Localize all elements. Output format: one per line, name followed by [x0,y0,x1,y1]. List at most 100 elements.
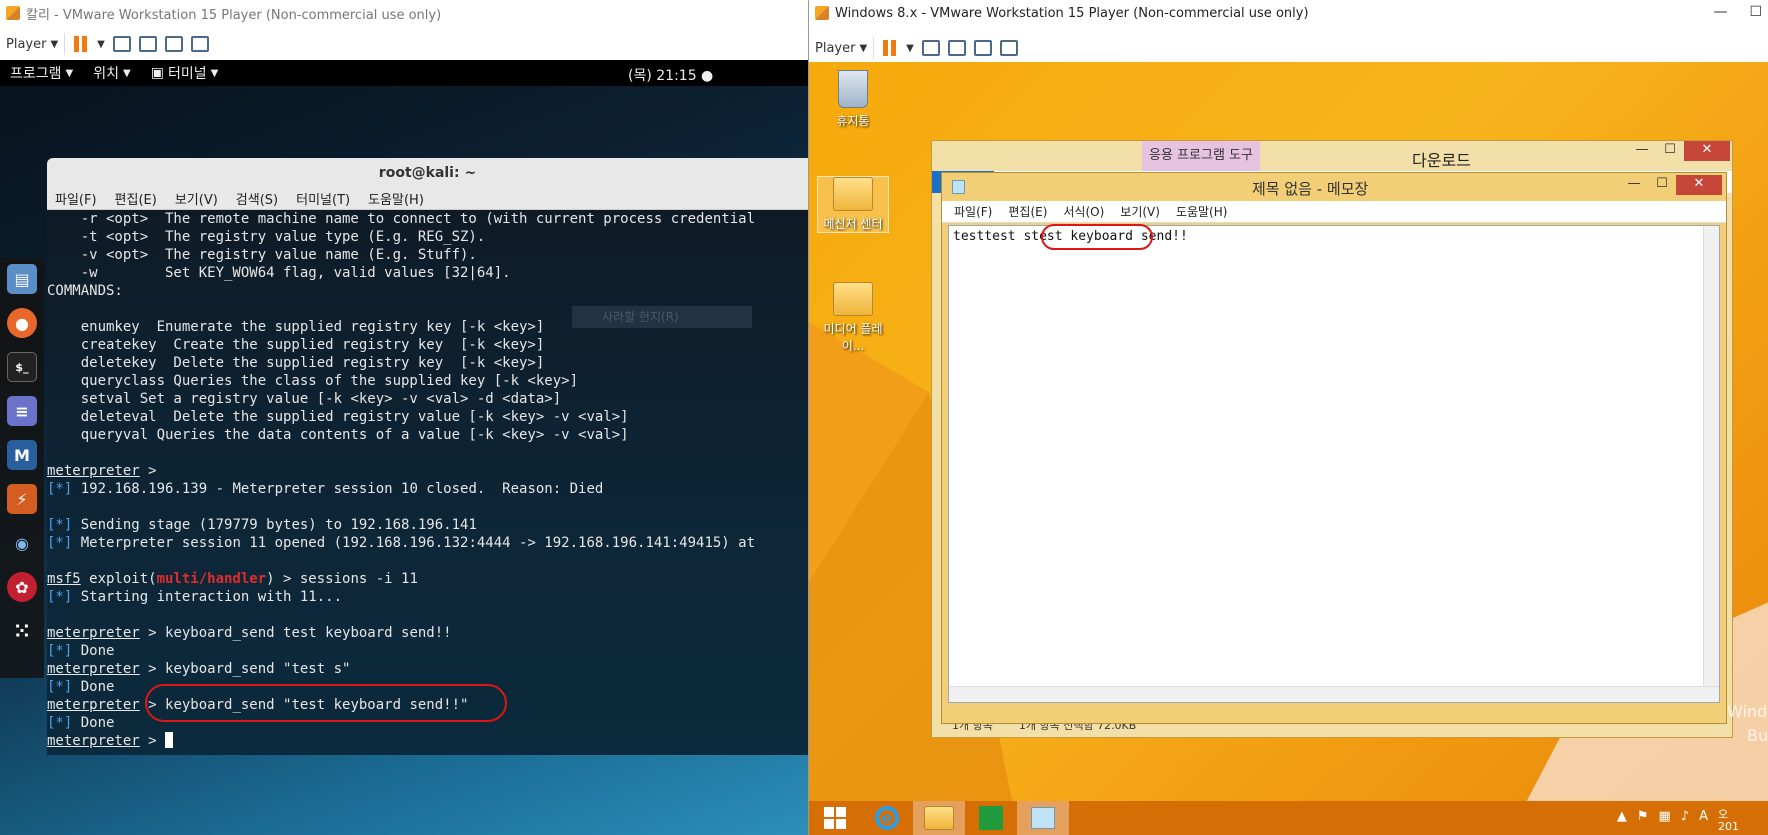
horizontal-scrollbar[interactable] [949,686,1719,702]
notepad-taskbar-button[interactable] [1017,801,1069,835]
send-ctrl-alt-del-icon[interactable] [921,40,940,56]
messenger-center-shortcut[interactable]: 메신저 센터 [817,176,889,233]
volume-icon[interactable]: ♪ [1681,809,1689,833]
notepad-titlebar[interactable]: 제목 없음 - 메모장 — ☐ ✕ [942,173,1726,201]
minimize-icon[interactable]: — [1713,4,1727,20]
info-marker: [*] [47,517,73,533]
explorer-taskbar-button[interactable] [913,801,965,835]
applications-menu[interactable]: 프로그램 ▼ [0,63,83,83]
removable-devices-icon[interactable] [138,36,157,52]
vertical-scrollbar[interactable] [1703,226,1719,702]
media-player-shortcut[interactable]: 미디어 플레이... [817,282,889,354]
system-tray: ▲ ⚑ ▦ ♪ A 오 201 [1617,809,1739,833]
tray-chevron-up-icon[interactable]: ▲ [1617,809,1627,833]
gnome-clock[interactable]: (목) 21:15 ● [628,65,713,85]
windows-vm-toolbar: Player ▼ ▼ [809,32,1768,64]
terminal-menu-help[interactable]: 도움말(H) [368,189,424,208]
fullscreen-icon[interactable] [973,40,992,56]
firefox-icon[interactable]: ● [7,308,37,338]
flag-icon[interactable]: ⚑ [1637,809,1649,833]
notepad-menu-file[interactable]: 파일(F) [954,203,992,220]
notepad-icon [1031,807,1055,829]
removable-devices-icon[interactable] [947,40,966,56]
term-line [47,444,808,462]
minimize-icon[interactable]: — [1628,141,1656,161]
windows-vm-titlebar: Windows 8.x - VMware Workstation 15 Play… [809,0,1768,26]
term-input-line[interactable]: meterpreter > [47,732,808,750]
windows-logo-icon [824,807,846,829]
term-line: deletekey Delete the supplied registry k… [47,355,545,371]
start-button[interactable] [809,801,861,835]
player-menu-button[interactable]: Player ▼ [6,33,66,55]
pause-icon[interactable] [73,35,89,53]
player-label: Player [815,40,856,56]
eye-icon[interactable]: ◉ [7,528,37,558]
unity-mode-icon[interactable] [999,40,1018,56]
term-line [47,552,808,570]
kali-vm-window: 칼리 - VMware Workstation 15 Player (Non-c… [0,0,808,835]
meterpreter-prompt: meterpreter [47,733,140,749]
terminal-window[interactable]: root@kali: ~ 파일(F) 편집(E) 보기(V) 검색(S) 터미널… [47,158,808,755]
pause-icon[interactable] [882,39,898,57]
clock[interactable]: 오 201 [1718,809,1739,833]
terminal-dock-icon[interactable]: $_ [7,352,37,382]
minimize-icon[interactable]: — [1620,175,1648,195]
terminal-menubar: 파일(F) 편집(E) 보기(V) 검색(S) 터미널(T) 도움말(H) [47,188,808,210]
terminal-app-menu[interactable]: ▣ 터미널 ▼ [141,63,229,83]
notepad-text-area[interactable]: testtest stest keyboard send!! [948,224,1720,703]
terminal-menu-view[interactable]: 보기(V) [175,189,218,208]
windows-vm-title: Windows 8.x - VMware Workstation 15 Play… [835,5,1309,21]
window-controls: — ☐ [1713,4,1762,20]
text-editor-icon[interactable]: ≡ [7,396,37,426]
maximize-icon[interactable]: ☐ [1749,4,1762,20]
meterpreter-prompt: meterpreter [47,661,140,677]
fullscreen-icon[interactable] [164,36,183,52]
maximize-icon[interactable]: ☐ [1648,175,1676,195]
maximize-icon[interactable]: ☐ [1656,141,1684,161]
notepad-window[interactable]: 제목 없음 - 메모장 — ☐ ✕ 파일(F) 편집(E) 서식(O) 보기(V… [941,172,1727,724]
terminal-menu-file[interactable]: 파일(F) [55,189,97,208]
terminal-menu-terminal[interactable]: 터미널(T) [296,189,350,208]
terminal-output[interactable]: 사라할 현지(R) -r <opt> The remote machine na… [47,210,808,755]
burpsuite-icon[interactable]: ⚡ [7,484,37,514]
places-menu[interactable]: 위치 ▼ [83,63,140,83]
term-line: [*] Meterpreter session 11 opened (192.1… [47,535,756,551]
close-icon[interactable]: ✕ [1676,175,1722,195]
files-icon[interactable]: ▤ [7,264,37,294]
kali-vm-title: 칼리 - VMware Workstation 15 Player (Non-c… [26,7,442,23]
watermark-line1: Windo [1727,702,1768,721]
notepad-menu-view[interactable]: 보기(V) [1120,203,1160,220]
send-ctrl-alt-del-icon[interactable] [112,36,131,52]
notepad-menu-format[interactable]: 서식(O) [1063,203,1104,220]
terminal-titlebar[interactable]: root@kali: ~ [47,158,808,188]
metasploit-icon[interactable]: M [7,440,37,470]
network-icon[interactable]: ▦ [1659,809,1671,833]
store-taskbar-button[interactable] [965,801,1017,835]
recycle-bin-icon [838,70,868,108]
app-tools-tab[interactable]: 응용 프로그램 도구 [1142,141,1260,171]
pause-dropdown-icon[interactable]: ▼ [906,43,914,54]
pause-dropdown-icon[interactable]: ▼ [97,39,105,50]
terminal-menu-search[interactable]: 검색(S) [236,189,278,208]
term-line: meterpreter > keyboard_send test keyboar… [47,625,452,641]
term-line: -r <opt> The remote machine name to conn… [47,211,756,227]
info-marker: [*] [47,715,73,731]
ime-icon[interactable]: A [1699,809,1708,833]
close-icon[interactable]: ✕ [1684,141,1730,161]
unity-mode-icon[interactable] [190,36,209,52]
meterpreter-prompt: meterpreter [47,697,140,713]
terminal-menu-edit[interactable]: 편집(E) [115,189,157,208]
vmware-logo-icon [815,6,829,20]
vmware-logo-icon [6,6,20,20]
player-menu-button[interactable]: Player ▼ [815,37,875,59]
notepad-menu-edit[interactable]: 편집(E) [1008,203,1047,220]
app-grid-icon[interactable]: ⁙ [7,616,37,646]
cherry-icon[interactable]: ✿ [7,572,37,602]
kali-vm-titlebar: 칼리 - VMware Workstation 15 Player (Non-c… [0,0,808,26]
ie-taskbar-button[interactable]: e [861,801,913,835]
chevron-down-icon: ▼ [859,42,868,54]
term-line: -v <opt> The registry value name (E.g. S… [47,247,477,263]
notepad-menu-help[interactable]: 도움말(H) [1176,203,1228,220]
recycle-bin-shortcut[interactable]: 휴지통 [817,70,889,129]
explorer-titlebar[interactable]: 응용 프로그램 도구 다운로드 — ☐ ✕ [932,141,1732,171]
